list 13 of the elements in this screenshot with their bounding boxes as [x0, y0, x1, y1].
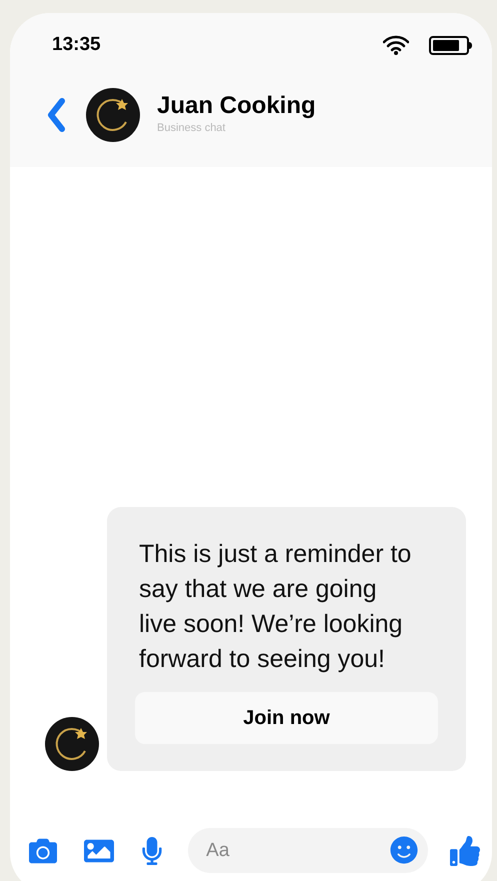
message-input[interactable]: Aa — [188, 828, 428, 873]
like-button[interactable] — [450, 836, 480, 866]
battery-icon — [429, 36, 472, 55]
sender-avatar — [45, 717, 99, 771]
message-text: This is just a reminder to say that we are going live soon! We’re looking forward to seeing you! — [138, 539, 412, 675]
emoji-icon[interactable] — [390, 836, 418, 864]
avatar-logo — [86, 88, 140, 142]
chat-subtitle: Business chat — [157, 121, 226, 136]
wifi-icon — [383, 35, 409, 56]
status-time: 13:35 — [52, 33, 101, 57]
camera-button[interactable] — [27, 836, 59, 864]
chat-title: Juan Cooking — [157, 92, 316, 120]
join-button[interactable]: Join now — [135, 692, 438, 744]
